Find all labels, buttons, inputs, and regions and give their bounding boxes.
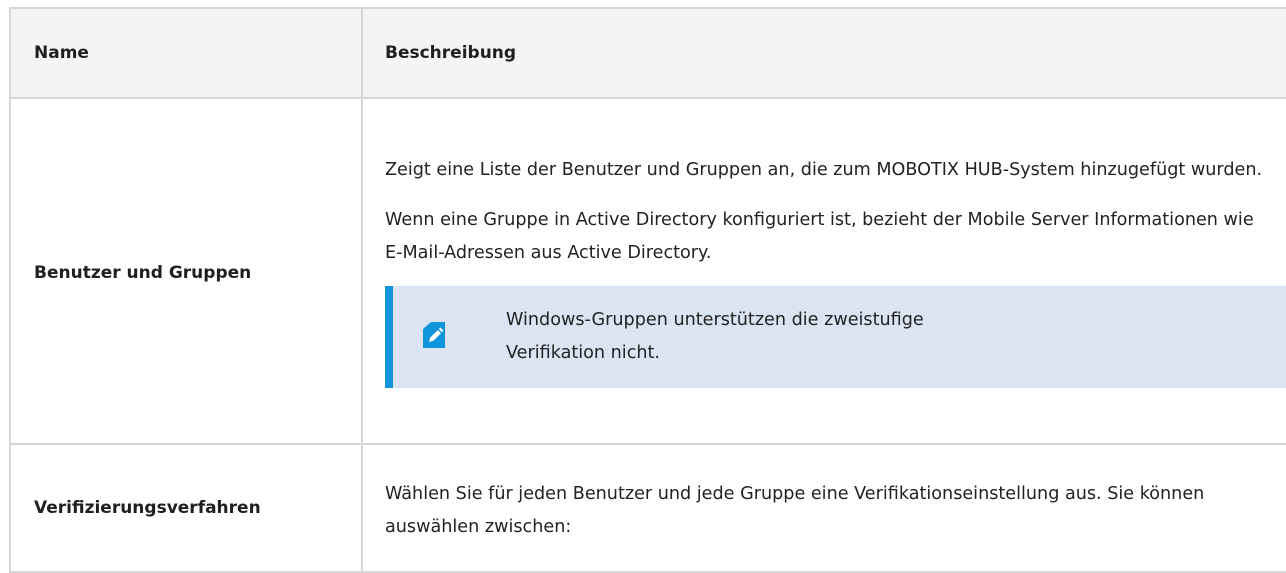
note-callout: Windows-Gruppen unterstützen die zweistu… xyxy=(385,286,1286,388)
pencil-note-icon xyxy=(423,322,445,348)
table-row: Verifizierungsverfahren Wählen Sie für j… xyxy=(9,443,1286,573)
column-header-description: Beschreibung xyxy=(361,7,1286,99)
description-paragraph: Wenn eine Gruppe in Active Directory kon… xyxy=(385,210,1254,263)
table-row: Benutzer und Gruppen Zeigt eine Liste de… xyxy=(9,97,1286,445)
row-description-verification: Wählen Sie für jeden Benutzer und jede G… xyxy=(361,443,1286,573)
description-paragraph: Wählen Sie für jeden Benutzer und jede G… xyxy=(385,484,1205,537)
note-text: Windows-Gruppen unterstützen die zweistu… xyxy=(506,310,924,363)
row-name-users-groups: Benutzer und Gruppen xyxy=(9,97,363,445)
settings-table: Name Beschreibung Benutzer und Gruppen Z… xyxy=(9,7,1286,573)
table-header-row: Name Beschreibung xyxy=(9,7,1286,99)
column-header-name: Name xyxy=(9,7,363,99)
row-description-users-groups: Zeigt eine Liste der Benutzer und Gruppe… xyxy=(361,97,1286,445)
row-name-verification: Verifizierungsverfahren xyxy=(9,443,363,573)
description-paragraph: Zeigt eine Liste der Benutzer und Gruppe… xyxy=(385,160,1263,180)
